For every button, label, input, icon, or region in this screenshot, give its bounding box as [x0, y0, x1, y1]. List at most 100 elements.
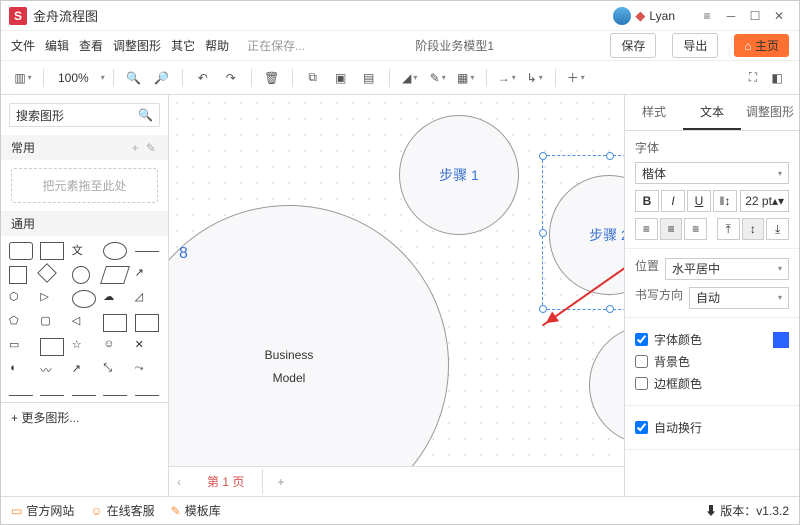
shape-arrow-r[interactable]: ▷: [40, 290, 64, 308]
more-shapes[interactable]: + 更多图形...: [1, 402, 168, 432]
close-button[interactable]: ✕: [767, 4, 791, 28]
zoom-in-icon[interactable]: 🔎: [150, 66, 174, 90]
shape-ellipse[interactable]: [103, 242, 127, 260]
valign-middle-button[interactable]: ↕: [742, 218, 765, 240]
maximize-button[interactable]: ☐: [743, 4, 767, 28]
section-general[interactable]: 通用: [1, 211, 168, 236]
shape-text[interactable]: 文: [72, 242, 96, 260]
wrap-checkbox[interactable]: 自动换行: [635, 419, 789, 436]
shape-line3[interactable]: [40, 395, 64, 396]
italic-button[interactable]: I: [661, 190, 685, 212]
avatar[interactable]: [613, 7, 631, 25]
shape-wave[interactable]: 〰: [40, 362, 64, 380]
add-page-tab[interactable]: +: [263, 471, 298, 493]
node-step-3[interactable]: 步骤 3: [589, 325, 624, 445]
shape-person[interactable]: ☺: [103, 338, 127, 356]
underline-button[interactable]: U: [687, 190, 711, 212]
menu-icon[interactable]: ≡: [695, 4, 719, 28]
align-center-button[interactable]: ≡: [660, 218, 683, 240]
shape-biarrow[interactable]: ⤡: [103, 362, 127, 380]
search-input[interactable]: 搜索图形 🔍: [9, 103, 160, 127]
shape-line4[interactable]: [72, 395, 96, 396]
handle-lm[interactable]: [539, 229, 547, 237]
dropzone[interactable]: 把元素拖至此处: [11, 168, 158, 203]
export-button[interactable]: 导出: [672, 33, 718, 58]
shape-trap2[interactable]: [135, 314, 159, 332]
lineheight-button[interactable]: ‖↕: [713, 190, 737, 212]
bordercolor-checkbox[interactable]: 边框颜色: [635, 375, 789, 392]
panel-toggle-icon[interactable]: ◧: [765, 66, 789, 90]
section-actions[interactable]: + ✎: [132, 141, 158, 155]
shape-x[interactable]: ✕: [135, 338, 159, 356]
zoom-out-icon[interactable]: 🔍: [122, 66, 146, 90]
tab-scroll-left[interactable]: ‹: [169, 475, 189, 489]
handle-bl[interactable]: [539, 305, 547, 313]
direction-select[interactable]: 自动▾: [689, 287, 789, 309]
shape-cloud[interactable]: ☁: [103, 290, 127, 308]
copy-icon[interactable]: ⧉: [301, 66, 325, 90]
shape-trap[interactable]: [103, 314, 127, 332]
zoom-level[interactable]: 100%: [52, 71, 95, 85]
shape-d[interactable]: ◖: [9, 362, 33, 380]
shape-star[interactable]: ☆: [72, 338, 96, 356]
shape-pentagon[interactable]: ⬠: [9, 314, 33, 332]
send-back-icon[interactable]: ▣: [329, 66, 353, 90]
delete-icon[interactable]: 🗑: [260, 66, 284, 90]
undo-icon[interactable]: ↶: [191, 66, 215, 90]
home-button[interactable]: ⌂ 主页: [734, 34, 789, 57]
tab-adjust[interactable]: 调整图形: [741, 95, 799, 130]
fillcolor-icon[interactable]: ◢▾: [398, 66, 422, 90]
minimize-button[interactable]: ─: [719, 4, 743, 28]
shape-line[interactable]: [135, 251, 159, 252]
shape-rect2[interactable]: [40, 338, 64, 356]
tab-style[interactable]: 样式: [625, 95, 683, 130]
document-title[interactable]: 阶段业务模型1: [315, 37, 594, 54]
node-business-model[interactable]: BusinessModel: [169, 205, 449, 466]
fontcolor-swatch[interactable]: [773, 332, 789, 348]
font-size-input[interactable]: 22 pt ▴▾: [740, 190, 789, 212]
fontcolor-checkbox[interactable]: 字体颜色: [635, 331, 789, 348]
shape-line6[interactable]: [135, 395, 159, 396]
bring-front-icon[interactable]: ▤: [357, 66, 381, 90]
linecolor-icon[interactable]: ✎▾: [426, 66, 450, 90]
redo-icon[interactable]: ↷: [219, 66, 243, 90]
username[interactable]: Lyan: [649, 9, 675, 23]
shape-dasharrow[interactable]: ↗: [135, 266, 159, 284]
template-library-link[interactable]: ✎模板库: [171, 502, 221, 519]
shape-arrow-block[interactable]: ◁: [72, 314, 96, 332]
connector-icon[interactable]: →▾: [495, 66, 519, 90]
bold-button[interactable]: B: [635, 190, 659, 212]
shape-arrowup[interactable]: ↗: [72, 362, 96, 380]
menu-shape[interactable]: 调整图形: [113, 37, 161, 54]
shape-rect[interactable]: [40, 242, 64, 260]
align-left-button[interactable]: ≡: [635, 218, 658, 240]
valign-top-button[interactable]: ⤒: [717, 218, 740, 240]
shape-square[interactable]: [9, 266, 27, 284]
bgcolor-checkbox[interactable]: 背景色: [635, 353, 789, 370]
shape-circle[interactable]: [72, 266, 90, 284]
tab-text[interactable]: 文本: [683, 95, 741, 130]
node-step-2[interactable]: 步骤 2: [549, 175, 624, 295]
layout-dropdown[interactable]: ▥▾: [11, 66, 35, 90]
handle-tm[interactable]: [606, 152, 614, 160]
menu-help[interactable]: 帮助: [205, 37, 229, 54]
align-right-button[interactable]: ≡: [684, 218, 707, 240]
shape-folder[interactable]: ▭: [9, 338, 33, 356]
menu-edit[interactable]: 编辑: [45, 37, 69, 54]
menu-file[interactable]: 文件: [11, 37, 35, 54]
shape-diamond[interactable]: [37, 263, 57, 283]
save-button[interactable]: 保存: [610, 33, 656, 58]
shadow-icon[interactable]: ▦▾: [454, 66, 478, 90]
section-common[interactable]: 常用 + ✎: [1, 135, 168, 160]
shape-angle[interactable]: ◿: [135, 290, 159, 308]
shape-cylinder[interactable]: [72, 290, 96, 308]
node-8[interactable]: 8: [179, 245, 188, 263]
shape-parallelogram[interactable]: [100, 266, 130, 284]
page-tab-1[interactable]: 第 1 页: [189, 469, 263, 494]
canvas[interactable]: BusinessModel 8 步骤 1 步骤 2 步骤 3 ↻: [169, 95, 624, 466]
shape-curve[interactable]: ⤳: [135, 362, 159, 380]
position-select[interactable]: 水平居中▾: [665, 258, 789, 280]
fullscreen-icon[interactable]: ⛶: [741, 66, 765, 90]
handle-bm[interactable]: [606, 305, 614, 313]
shape-hex[interactable]: ⬡: [9, 290, 33, 308]
